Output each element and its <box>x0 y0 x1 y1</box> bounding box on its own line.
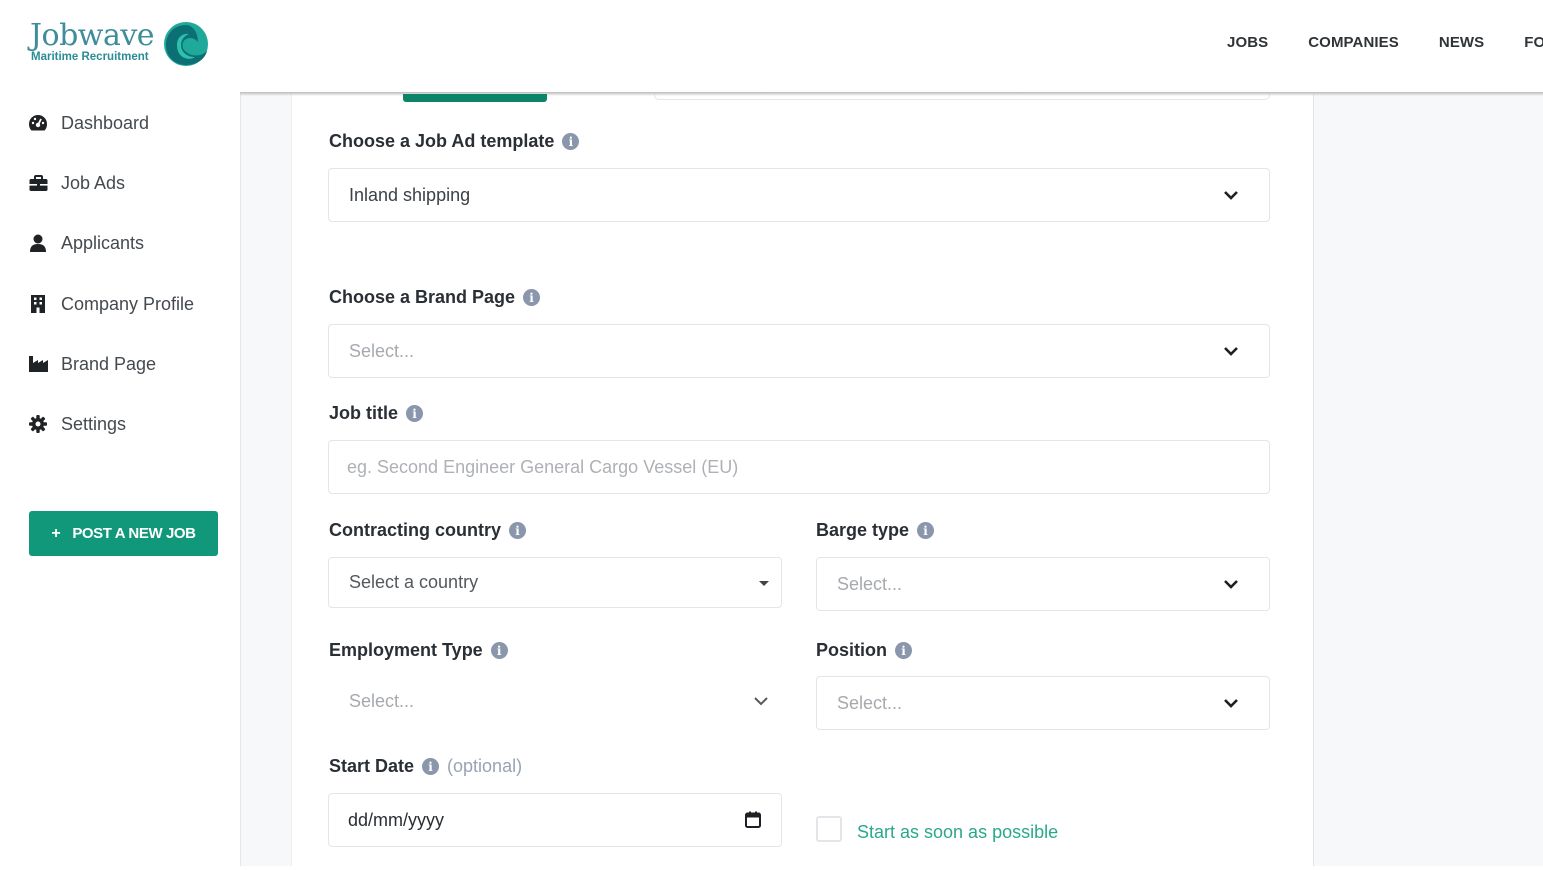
nav-jobs[interactable]: JOBS <box>1227 34 1268 51</box>
sidebar-item-brand-page[interactable]: Brand Page <box>28 349 156 379</box>
contracting-country-select[interactable]: Select a country <box>328 557 782 608</box>
label-text: Contracting country <box>329 520 502 540</box>
chevron-down-icon <box>1224 191 1238 200</box>
info-icon[interactable]: i <box>562 133 580 150</box>
sidebar-label: Brand Page <box>61 353 157 374</box>
industry-icon <box>28 354 48 374</box>
position-select[interactable]: Select... <box>816 676 1270 730</box>
contracting-country-label: Contracting country i <box>329 520 527 541</box>
info-icon[interactable]: i <box>917 522 935 539</box>
sidebar-label: Company Profile <box>61 293 195 314</box>
placeholder: Select... <box>349 340 415 361</box>
logo-tagline: Maritime Recruitment <box>31 51 149 63</box>
jobwave-logo[interactable]: Jobwave Maritime Recruitment <box>28 18 213 70</box>
nav-companies[interactable]: COMPANIES <box>1308 34 1399 51</box>
sidebar-item-settings[interactable]: Settings <box>28 409 126 439</box>
logo-wordmark: Jobwave <box>30 18 155 53</box>
tachometer-icon <box>28 113 48 133</box>
optional-hint: (optional) <box>447 756 523 776</box>
info-icon[interactable]: i <box>895 642 912 659</box>
info-icon[interactable]: i <box>509 522 527 539</box>
label-text: Choose a Job Ad template <box>329 131 555 151</box>
employment-type-label: Employment Type i <box>329 640 508 661</box>
sidebar-label: Applicants <box>61 232 145 253</box>
top-navigation: JOBS COMPANIES NEWS FO <box>1227 34 1543 51</box>
job-title-input[interactable]: eg. Second Engineer General Cargo Vessel… <box>328 440 1270 494</box>
post-new-job-button[interactable]: + POST A NEW JOB <box>29 511 218 556</box>
job-ad-template-select[interactable]: Inland shipping <box>328 168 1270 222</box>
gear-icon <box>28 414 48 434</box>
tab-active-indicator[interactable] <box>403 94 547 102</box>
placeholder: Select... <box>349 690 415 711</box>
plus-icon: + <box>51 524 61 542</box>
placeholder: Select... <box>837 692 903 713</box>
sidebar-label: Dashboard <box>61 112 150 133</box>
job-title-label: Job title i <box>329 403 424 424</box>
nav-forum[interactable]: FO <box>1524 34 1543 51</box>
job-ad-template-label: Choose a Job Ad template i <box>329 131 580 152</box>
brand-page-select[interactable]: Select... <box>328 324 1270 378</box>
start-date-label: Start Date i (optional) <box>329 756 522 777</box>
sidebar-item-company-profile[interactable]: Company Profile <box>28 289 194 319</box>
selected-value: Inland shipping <box>349 184 471 205</box>
asap-label[interactable]: Start as soon as possible <box>857 822 1058 843</box>
sidebar-item-job-ads[interactable]: Job Ads <box>28 168 125 198</box>
label-text: Position <box>816 640 887 660</box>
label-text: Choose a Brand Page <box>329 287 516 307</box>
wave-icon <box>164 22 208 66</box>
chevron-down-icon <box>1224 580 1238 589</box>
sidebar: Dashboard Job Ads Applicants Company Pro… <box>0 94 240 870</box>
top-header: Jobwave Maritime Recruitment JOBS COMPAN… <box>0 0 1543 94</box>
label-text: Start Date <box>329 756 415 776</box>
brand-page-label: Choose a Brand Page i <box>329 287 541 308</box>
employment-type-select[interactable]: Select... <box>328 674 782 728</box>
info-icon[interactable]: i <box>406 405 424 422</box>
info-icon[interactable]: i <box>490 642 508 659</box>
sidebar-label: Job Ads <box>61 172 126 193</box>
date-placeholder: dd/mm/yyyy <box>348 809 445 830</box>
caret-down-icon <box>759 580 769 586</box>
sidebar-item-dashboard[interactable]: Dashboard <box>28 108 149 138</box>
nav-news[interactable]: NEWS <box>1439 34 1484 51</box>
briefcase-icon <box>28 173 48 193</box>
placeholder: Select... <box>837 573 903 594</box>
post-new-job-label: POST A NEW JOB <box>72 525 196 542</box>
chevron-down-icon <box>754 697 768 706</box>
barge-type-select[interactable]: Select... <box>816 557 1270 611</box>
position-label: Position i <box>816 640 912 661</box>
building-icon <box>28 294 48 314</box>
asap-checkbox[interactable] <box>816 816 842 842</box>
label-text: Job title <box>329 403 399 423</box>
info-icon[interactable]: i <box>422 758 440 775</box>
placeholder: Select a country <box>349 572 479 592</box>
user-icon <box>28 233 48 253</box>
info-icon[interactable]: i <box>523 289 541 306</box>
placeholder: eg. Second Engineer General Cargo Vessel… <box>347 456 739 477</box>
chevron-down-icon <box>1224 699 1238 708</box>
start-date-input[interactable]: dd/mm/yyyy <box>328 793 782 847</box>
barge-type-label: Barge type i <box>816 520 935 541</box>
calendar-icon[interactable] <box>745 811 761 828</box>
label-text: Barge type <box>816 520 910 540</box>
sidebar-label: Settings <box>61 413 127 434</box>
sidebar-item-applicants[interactable]: Applicants <box>28 228 144 258</box>
chevron-down-icon <box>1224 347 1238 356</box>
label-text: Employment Type <box>329 640 483 660</box>
